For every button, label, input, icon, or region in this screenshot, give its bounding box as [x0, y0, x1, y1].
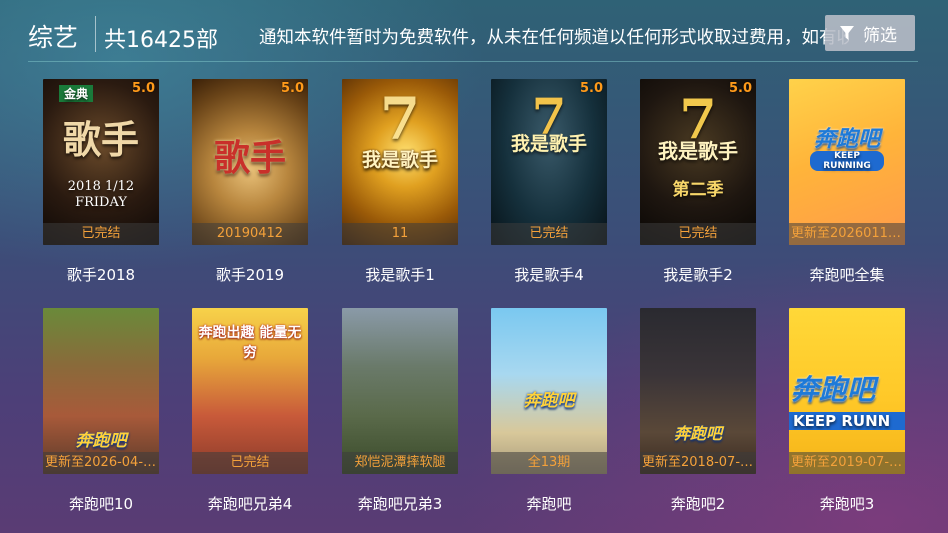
episode-badge: 更新至20260110...: [789, 223, 905, 245]
poster-art-title: 我是歌手: [658, 139, 738, 163]
show-title: 我是歌手4: [514, 266, 584, 284]
show-card[interactable]: 奔跑吧 更新至2026-04-2... 奔跑吧10: [43, 308, 159, 514]
episode-badge: 更新至2026-04-2...: [43, 452, 159, 474]
episode-badge: 已完结: [192, 452, 308, 474]
poster-art-numeral: 7: [379, 85, 421, 153]
show-title: 歌手2019: [215, 266, 285, 284]
show-title: 我是歌手2: [663, 266, 733, 284]
show-title: 奔跑吧全集: [809, 266, 885, 284]
episode-badge: 全13期: [491, 452, 607, 474]
poster[interactable]: 金典 歌手 2018 1/12 FRIDAY 5.0 已完结: [43, 79, 159, 245]
poster-art-title: 奔跑吧: [523, 391, 575, 411]
show-title: 奔跑吧: [526, 495, 572, 513]
rating-score: 5.0: [280, 81, 304, 96]
rating-score: 5.0: [728, 81, 752, 96]
show-card[interactable]: 奔跑吧 更新至2018-07-0... 奔跑吧2: [640, 308, 756, 514]
poster[interactable]: 歌手 5.0 20190412: [192, 79, 308, 245]
poster[interactable]: 7 我是歌手 11: [342, 79, 458, 245]
show-card[interactable]: 7 我是歌手 第二季 5.0 已完结 我是歌手2: [640, 79, 756, 285]
show-card[interactable]: 奔跑出趣 能量无穷 已完结 奔跑吧兄弟4: [192, 308, 308, 514]
poster[interactable]: 奔跑吧 KEEP RUNN 更新至2019-07-1...: [789, 308, 905, 474]
show-card[interactable]: 7 我是歌手 11 我是歌手1: [342, 79, 458, 285]
poster-art-sub: 2018 1/12 FRIDAY: [67, 179, 135, 210]
episode-badge: 已完结: [640, 223, 756, 245]
poster-art-title: 奔跑吧: [791, 373, 876, 406]
rating-score: 5.0: [579, 81, 603, 96]
poster[interactable]: 7 我是歌手 第二季 5.0 已完结: [640, 79, 756, 245]
show-card[interactable]: 奔跑吧 KEEP RUNNING 更新至20260110... 奔跑吧全集: [789, 79, 905, 285]
poster[interactable]: 郑恺泥潭摔软腿: [342, 308, 458, 474]
episode-badge: 已完结: [43, 223, 159, 245]
show-title: 奔跑吧3: [819, 495, 875, 513]
poster[interactable]: 奔跑吧 更新至2026-04-2...: [43, 308, 159, 474]
episode-badge: 11: [342, 223, 458, 245]
show-card[interactable]: 歌手 5.0 20190412 歌手2019: [192, 79, 308, 285]
episode-badge: 已完结: [491, 223, 607, 245]
show-title: 歌手2018: [66, 266, 136, 284]
show-card[interactable]: 郑恺泥潭摔软腿 奔跑吧兄弟3: [342, 308, 458, 514]
episode-badge: 20190412: [192, 223, 308, 245]
show-card[interactable]: 奔跑吧 全13期 奔跑吧: [491, 308, 607, 514]
show-card[interactable]: 金典 歌手 2018 1/12 FRIDAY 5.0 已完结 歌手2018: [43, 79, 159, 285]
show-title: 我是歌手1: [365, 266, 435, 284]
episode-badge: 更新至2019-07-1...: [789, 452, 905, 474]
poster-art-title: 奔跑吧: [813, 126, 880, 152]
poster-art-title: 歌手: [213, 137, 286, 179]
show-grid: 金典 歌手 2018 1/12 FRIDAY 5.0 已完结 歌手2018 歌手…: [0, 0, 948, 533]
poster-art-title: 奔跑吧: [673, 424, 722, 443]
rating-score: 5.0: [131, 81, 155, 96]
episode-badge: 郑恺泥潭摔软腿: [342, 452, 458, 474]
show-title: 奔跑吧兄弟3: [357, 495, 443, 513]
poster-art-sub: 第二季: [672, 180, 724, 200]
poster-art-title: 歌手: [62, 117, 139, 162]
show-card[interactable]: 7 我是歌手 5.0 已完结 我是歌手4: [491, 79, 607, 285]
poster[interactable]: 奔跑出趣 能量无穷 已完结: [192, 308, 308, 474]
show-title: 奔跑吧2: [670, 495, 726, 513]
poster-art-title: 奔跑出趣 能量无穷: [198, 325, 302, 361]
poster-art-sub: KEEP RUNNING: [810, 151, 884, 171]
show-title: 奔跑吧兄弟4: [207, 495, 293, 513]
show-card[interactable]: 奔跑吧 KEEP RUNN 更新至2019-07-1... 奔跑吧3: [789, 308, 905, 514]
poster-art-title: 我是歌手: [510, 133, 587, 155]
poster[interactable]: 奔跑吧 全13期: [491, 308, 607, 474]
poster-art-title: 奔跑吧: [75, 431, 127, 451]
show-title: 奔跑吧10: [68, 495, 134, 513]
poster-image: [342, 308, 458, 474]
episode-badge: 更新至2018-07-0...: [640, 452, 756, 474]
poster[interactable]: 奔跑吧 更新至2018-07-0...: [640, 308, 756, 474]
poster[interactable]: 奔跑吧 KEEP RUNNING 更新至20260110...: [789, 79, 905, 245]
poster-art-title: 我是歌手: [361, 149, 438, 171]
poster-art-sub: KEEP RUNN: [789, 412, 905, 430]
poster-logo: 金典: [59, 85, 93, 102]
poster-image: [640, 308, 756, 474]
poster[interactable]: 7 我是歌手 5.0 已完结: [491, 79, 607, 245]
